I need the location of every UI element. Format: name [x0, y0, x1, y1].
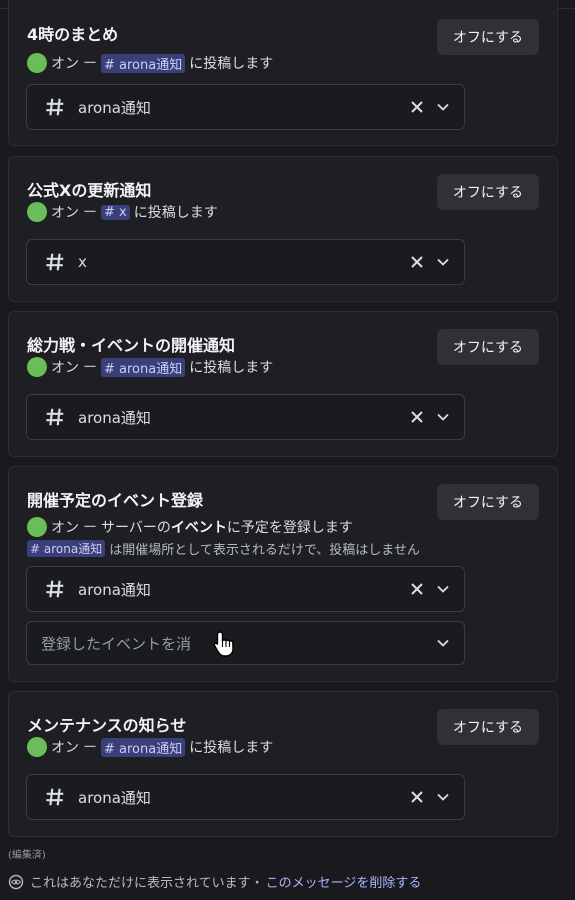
channel-select[interactable]: arona通知: [26, 394, 465, 440]
delete-message-link[interactable]: このメッセージを削除する: [266, 872, 422, 891]
channel-mention[interactable]: # arona通知: [101, 737, 186, 757]
channel-mention[interactable]: # arona通知: [101, 53, 186, 73]
select-value: arona通知: [78, 788, 151, 807]
status-on-label: オン: [51, 740, 79, 756]
status-on-label: オン: [51, 56, 79, 72]
chevron-down-icon[interactable]: [436, 100, 450, 114]
close-icon[interactable]: [410, 100, 424, 114]
status-prefix: サーバーの: [101, 520, 171, 536]
status-suffix: に投稿します: [189, 360, 274, 376]
eye-icon: [8, 874, 24, 889]
status-dash: ー: [83, 520, 97, 536]
channel-mention[interactable]: # arona通知: [101, 357, 186, 377]
status-on-label: オン: [51, 360, 79, 376]
channel-mention[interactable]: # x: [101, 204, 130, 220]
setting-card-event-registration: 開催予定のイベント登録 オフにする オン ー サーバーの イベント に予定を登録…: [8, 466, 558, 682]
chevron-down-icon[interactable]: [436, 582, 450, 596]
status-dash: ー: [83, 740, 97, 756]
delete-event-select[interactable]: 登録したイベントを消: [26, 621, 465, 665]
hash-icon: [46, 408, 64, 426]
status-dot-icon: [27, 357, 47, 377]
turn-off-button[interactable]: オフにする: [437, 19, 539, 55]
chevron-down-icon[interactable]: [436, 255, 450, 269]
select-value: x: [78, 253, 87, 271]
status-suffix: に投稿します: [189, 740, 274, 756]
close-icon[interactable]: [410, 255, 424, 269]
select-value: arona通知: [78, 98, 151, 117]
edited-label: (編集済): [8, 850, 46, 861]
status-line: オン ー サーバーの イベント に予定を登録します: [27, 517, 353, 537]
close-icon[interactable]: [410, 410, 424, 424]
hash-icon: [46, 253, 64, 271]
status-suffix: に投稿します: [133, 205, 218, 221]
turn-off-button[interactable]: オフにする: [437, 484, 539, 520]
channel-select[interactable]: arona通知: [26, 84, 465, 130]
location-note: # arona通知 は開催場所として表示されるだけで、投稿はしません: [27, 539, 420, 558]
close-icon[interactable]: [410, 582, 424, 596]
hand-cursor-icon: [213, 631, 234, 657]
status-line: オン ー # arona通知 に投稿します: [27, 53, 273, 73]
status-dot-icon: [27, 202, 47, 222]
hash-icon: [46, 788, 64, 806]
events-link[interactable]: イベント: [171, 517, 227, 537]
status-line: オン ー # x に投稿します: [27, 202, 218, 222]
status-dash: ー: [83, 56, 97, 72]
status-dot-icon: [27, 53, 47, 73]
chevron-down-icon[interactable]: [436, 790, 450, 804]
select-value: arona通知: [78, 408, 151, 427]
setting-card-maintenance: メンテナンスの知らせ オフにする オン ー # arona通知 に投稿します a…: [8, 691, 558, 837]
channel-select[interactable]: x: [26, 239, 465, 285]
turn-off-button[interactable]: オフにする: [437, 329, 539, 365]
card-title: 公式Xの更新通知: [27, 181, 152, 200]
status-on-label: オン: [51, 205, 79, 221]
status-suffix: に予定を登録します: [226, 520, 353, 536]
status-dash: ー: [83, 360, 97, 376]
setting-card-raid-event: 総力戦・イベントの開催通知 オフにする オン ー # arona通知 に投稿しま…: [8, 311, 558, 457]
card-title: 総力戦・イベントの開催通知: [27, 336, 236, 355]
select-placeholder: 登録したイベントを消: [41, 634, 192, 653]
setting-card-x-updates: 公式Xの更新通知 オフにする オン ー # x に投稿します x: [8, 156, 558, 302]
hash-icon: [46, 580, 64, 598]
turn-off-button[interactable]: オフにする: [437, 709, 539, 745]
channel-select[interactable]: arona通知: [26, 774, 465, 820]
channel-mention[interactable]: # arona通知: [27, 540, 106, 557]
chevron-down-icon[interactable]: [436, 410, 450, 424]
chevron-down-icon[interactable]: [436, 636, 450, 650]
status-suffix: に投稿します: [189, 56, 274, 72]
select-value: arona通知: [78, 580, 151, 599]
status-line: オン ー # arona通知 に投稿します: [27, 357, 273, 377]
status-dash: ー: [83, 205, 97, 221]
close-icon[interactable]: [410, 790, 424, 804]
note-text: は開催場所として表示されるだけで、投稿はしません: [109, 543, 420, 558]
ephemeral-text: これはあなただけに表示されています・: [30, 876, 264, 891]
hash-icon: [46, 98, 64, 116]
channel-select[interactable]: arona通知: [26, 566, 465, 612]
status-line: オン ー # arona通知 に投稿します: [27, 737, 273, 757]
setting-card-summary: 4時のまとめ オフにする オン ー # arona通知 に投稿します arona…: [8, 0, 558, 146]
card-title: 開催予定のイベント登録: [27, 491, 204, 510]
status-on-label: オン: [51, 520, 79, 536]
card-title: 4時のまとめ: [27, 25, 119, 44]
status-dot-icon: [27, 737, 47, 757]
turn-off-button[interactable]: オフにする: [437, 174, 539, 210]
status-dot-icon: [27, 517, 47, 537]
ephemeral-notice: これはあなただけに表示されています・ このメッセージを削除する: [8, 872, 421, 891]
card-title: メンテナンスの知らせ: [27, 716, 187, 735]
